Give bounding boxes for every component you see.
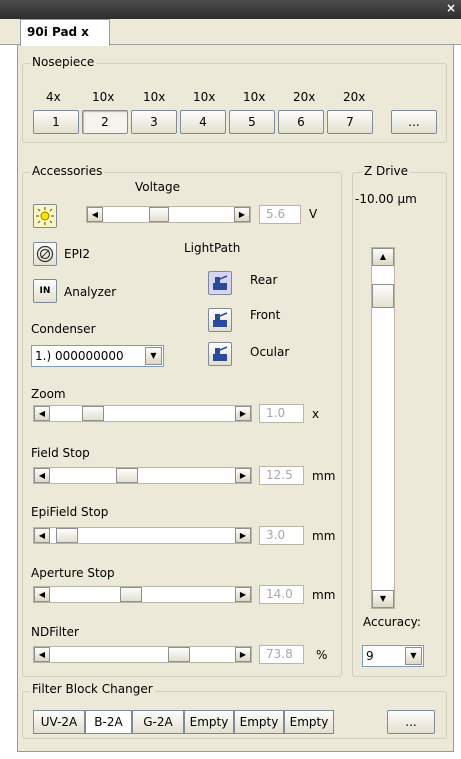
epifield-stop-label: EpiField Stop: [31, 505, 109, 519]
zoom-right-arrow[interactable]: ▶: [235, 406, 251, 421]
field-stop-right-arrow[interactable]: ▶: [235, 468, 251, 483]
objective-label-1: 4x: [46, 90, 61, 104]
zoom-slider[interactable]: ◀ ▶: [33, 405, 252, 422]
objective-label-7: 20x: [343, 90, 366, 104]
nosepiece-legend: Nosepiece: [30, 55, 97, 69]
lightpath-ocular-label: Ocular: [250, 345, 290, 359]
zdrive-legend: Z Drive: [362, 164, 411, 178]
voltage-unit: V: [309, 207, 318, 221]
ndfilter-value: 73.8: [259, 645, 304, 664]
lamp-icon[interactable]: [33, 204, 57, 228]
lightpath-front-icon[interactable]: [208, 308, 232, 332]
epifield-stop-slider-thumb[interactable]: [56, 528, 78, 543]
epi-icon[interactable]: [33, 242, 57, 266]
ndfilter-slider[interactable]: ◀ ▶: [33, 646, 252, 663]
lightpath-ocular-icon[interactable]: [208, 342, 232, 366]
chevron-down-icon[interactable]: ▼: [405, 647, 422, 665]
objective-label-5: 10x: [243, 90, 266, 104]
objective-label-2: 10x: [92, 90, 115, 104]
zdrive-slider[interactable]: ▲ ▼: [371, 247, 395, 609]
epifield-stop-left-arrow[interactable]: ◀: [34, 528, 50, 543]
ndfilter-unit: %: [316, 648, 328, 662]
voltage-slider[interactable]: ◀ ▶: [86, 206, 251, 223]
field-stop-unit: mm: [312, 469, 336, 483]
ndfilter-left-arrow[interactable]: ◀: [34, 647, 50, 662]
filter-button-empty-4[interactable]: Empty: [184, 710, 234, 734]
epifield-stop-right-arrow[interactable]: ▶: [235, 528, 251, 543]
accessories-legend: Accessories: [30, 164, 105, 178]
analyzer-icon[interactable]: IN: [33, 279, 57, 303]
aperture-stop-left-arrow[interactable]: ◀: [34, 587, 50, 602]
filter-more-button[interactable]: ...: [387, 710, 435, 734]
field-stop-label: Field Stop: [31, 446, 90, 460]
nosepiece-button-4[interactable]: 4: [180, 110, 226, 134]
condenser-label: Condenser: [31, 322, 96, 336]
nosepiece-button-6[interactable]: 6: [278, 110, 324, 134]
aperture-stop-value: 14.0: [259, 585, 304, 604]
aperture-stop-unit: mm: [312, 588, 336, 602]
nosepiece-more-button[interactable]: ...: [391, 110, 437, 134]
accuracy-label: Accuracy:: [363, 615, 421, 629]
zoom-value: 1.0: [259, 404, 304, 423]
tab-label: 90i Pad: [27, 25, 78, 39]
aperture-stop-slider[interactable]: ◀ ▶: [33, 586, 252, 603]
accuracy-select[interactable]: 9 ▼: [362, 645, 424, 667]
zdrive-up-arrow[interactable]: ▲: [372, 248, 394, 266]
aperture-stop-label: Aperture Stop: [31, 566, 115, 580]
chevron-down-icon[interactable]: ▼: [145, 347, 162, 365]
filter-button-empty-6[interactable]: Empty: [284, 710, 334, 734]
epifield-stop-slider[interactable]: ◀ ▶: [33, 527, 252, 544]
epifield-stop-unit: mm: [312, 529, 336, 543]
filter-button-empty-5[interactable]: Empty: [234, 710, 284, 734]
objective-label-4: 10x: [193, 90, 216, 104]
field-stop-value: 12.5: [259, 466, 304, 485]
analyzer-label: Analyzer: [64, 285, 117, 299]
field-stop-slider-thumb[interactable]: [116, 468, 138, 483]
condenser-select-value: 1.) 000000000: [35, 349, 124, 363]
zoom-unit: x: [312, 407, 320, 421]
epi-label: EPI2: [64, 247, 90, 261]
window-close-icon[interactable]: ×: [446, 1, 456, 15]
field-stop-slider[interactable]: ◀ ▶: [33, 467, 252, 484]
voltage-value: 5.6: [259, 205, 301, 224]
zdrive-down-arrow[interactable]: ▼: [372, 590, 394, 608]
filter-block-legend: Filter Block Changer: [30, 682, 155, 696]
filter-button-g-2a[interactable]: G-2A: [132, 710, 184, 734]
voltage-left-arrow[interactable]: ◀: [87, 207, 103, 222]
tab-close-icon[interactable]: x: [81, 25, 89, 39]
lightpath-front-label: Front: [250, 308, 281, 322]
voltage-slider-thumb[interactable]: [149, 207, 169, 222]
nosepiece-button-7[interactable]: 7: [327, 110, 373, 134]
nosepiece-button-3[interactable]: 3: [131, 110, 177, 134]
tab-90i-pad[interactable]: 90i Pad x: [20, 19, 110, 46]
zoom-left-arrow[interactable]: ◀: [34, 406, 50, 421]
zoom-slider-thumb[interactable]: [82, 406, 104, 421]
window-titlebar: ×: [0, 0, 461, 19]
aperture-stop-right-arrow[interactable]: ▶: [235, 587, 251, 602]
voltage-label: Voltage: [135, 180, 181, 194]
filter-button-uv-2a[interactable]: UV-2A: [33, 710, 85, 734]
zdrive-position: -10.00 µm: [355, 192, 417, 206]
accuracy-select-value: 9: [366, 649, 374, 663]
objective-label-6: 20x: [293, 90, 316, 104]
nosepiece-button-1[interactable]: 1: [33, 110, 79, 134]
objective-label-3: 10x: [143, 90, 166, 104]
ndfilter-label: NDFilter: [31, 625, 79, 639]
zoom-label: Zoom: [31, 387, 66, 401]
zdrive-slider-thumb[interactable]: [372, 284, 394, 308]
filter-button-b-2a[interactable]: B-2A: [85, 710, 132, 734]
voltage-right-arrow[interactable]: ▶: [234, 207, 250, 222]
field-stop-left-arrow[interactable]: ◀: [34, 468, 50, 483]
zdrive-group: [352, 172, 447, 677]
nosepiece-button-2[interactable]: 2: [82, 110, 128, 134]
nosepiece-button-5[interactable]: 5: [229, 110, 275, 134]
lightpath-label: LightPath: [184, 241, 241, 255]
aperture-stop-slider-thumb[interactable]: [120, 587, 142, 602]
lightpath-rear-label: Rear: [250, 273, 278, 287]
condenser-select[interactable]: 1.) 000000000 ▼: [31, 345, 164, 367]
ndfilter-right-arrow[interactable]: ▶: [235, 647, 251, 662]
lightpath-rear-icon[interactable]: [208, 271, 232, 295]
epifield-stop-value: 3.0: [259, 526, 304, 545]
ndfilter-slider-thumb[interactable]: [168, 647, 190, 662]
